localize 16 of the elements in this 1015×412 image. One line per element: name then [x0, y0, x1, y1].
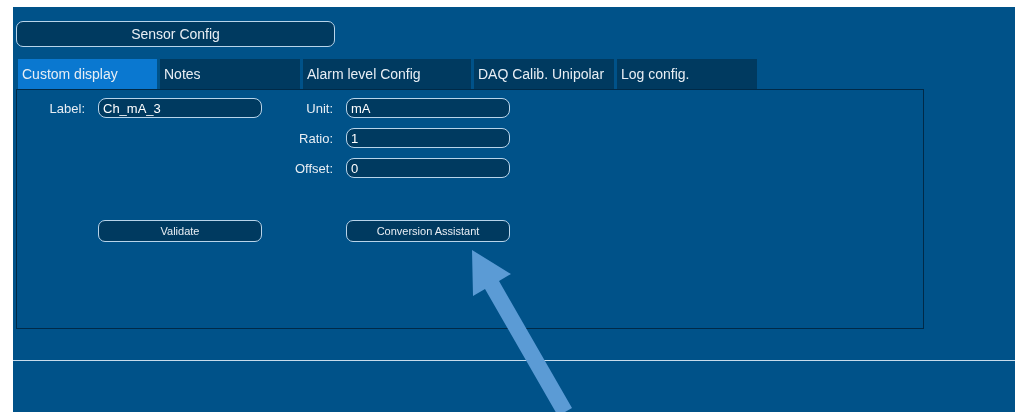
- field-label: Offset:: [293, 160, 333, 176]
- label-input[interactable]: Ch_mA_3: [98, 98, 262, 118]
- tab[interactable]: Log config.: [617, 59, 757, 89]
- tab[interactable]: Notes: [160, 59, 300, 89]
- input-field[interactable]: mA: [346, 98, 510, 118]
- input-field[interactable]: 1: [346, 128, 510, 148]
- conversion-assistant-button[interactable]: Conversion Assistant: [346, 220, 510, 242]
- tab[interactable]: Custom display: [18, 59, 157, 89]
- tab[interactable]: DAQ Calib. Unipolar: [474, 59, 614, 89]
- tab[interactable]: Alarm level Config: [303, 59, 471, 89]
- validate-button[interactable]: Validate: [98, 220, 262, 242]
- sensor-config-button[interactable]: Sensor Config: [16, 21, 335, 47]
- input-field[interactable]: 0: [346, 158, 510, 178]
- field-label: Unit:: [305, 100, 333, 116]
- field-label: Label:: [48, 100, 85, 116]
- field-label: Ratio:: [298, 130, 333, 146]
